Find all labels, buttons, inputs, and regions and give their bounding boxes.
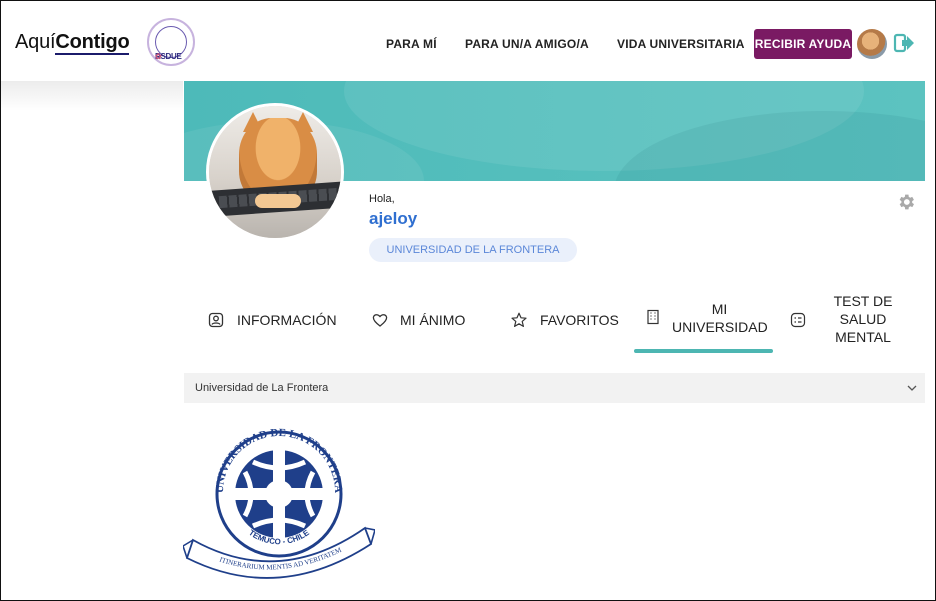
profile-avatar[interactable] (206, 103, 344, 241)
checklist-icon (790, 312, 806, 328)
logout-icon[interactable] (893, 32, 915, 54)
top-header: AquíContigo RSDUE ✿ PARA MÍ PARA UN/A AMI… (1, 1, 935, 81)
tab-favoritos[interactable]: FAVORITOS (511, 312, 621, 332)
user-avatar-small[interactable] (857, 29, 887, 59)
username: ajeloy (369, 209, 418, 228)
gear-icon[interactable] (896, 192, 916, 212)
tab-informacion[interactable]: INFORMACIÓN (208, 312, 348, 332)
tab-label: FAVORITOS (540, 312, 619, 328)
active-tab-indicator (634, 349, 773, 353)
tab-test-salud-mental[interactable]: TEST DE SALUD MENTAL (790, 292, 900, 348)
tab-label: INFORMACIÓN (237, 312, 337, 328)
chevron-down-icon (907, 385, 917, 391)
tab-label: MI UNIVERSIDAD (672, 301, 768, 335)
sidebar-shadow (1, 81, 183, 111)
user-icon (208, 312, 224, 328)
partner-logo: RSDUE ✿ (147, 18, 195, 66)
tab-label: TEST DE SALUD MENTAL (833, 293, 893, 345)
star-icon (511, 312, 527, 327)
building-icon (647, 309, 659, 325)
tab-label: MI ÁNIMO (400, 312, 466, 328)
heart-icon (372, 314, 388, 327)
nav-vida-universitaria[interactable]: VIDA UNIVERSITARIA (617, 37, 745, 51)
logo-bold: Contigo (55, 31, 130, 55)
nav-para-amigo[interactable]: PARA UN/A AMIGO/A (465, 37, 589, 51)
tab-mi-universidad[interactable]: MI UNIVERSIDAD (645, 300, 770, 340)
university-badge: UNIVERSIDAD DE LA FRONTERA (369, 238, 577, 262)
nav-para-mi[interactable]: PARA MÍ (386, 37, 437, 51)
help-button[interactable]: RECIBIR AYUDA (754, 29, 852, 59)
tab-mi-animo[interactable]: MI ÁNIMO (372, 312, 482, 332)
university-seal-logo: UNIVERSIDAD DE LA FRONTERA TEMUCO - CHIL… (183, 427, 375, 579)
university-select-value: Universidad de La Frontera (195, 382, 329, 394)
logo-prefix: Aquí (15, 31, 56, 53)
greeting-text: Hola, (369, 193, 395, 205)
app-logo[interactable]: AquíContigo (15, 31, 130, 55)
university-select[interactable]: Universidad de La Frontera (184, 373, 925, 403)
